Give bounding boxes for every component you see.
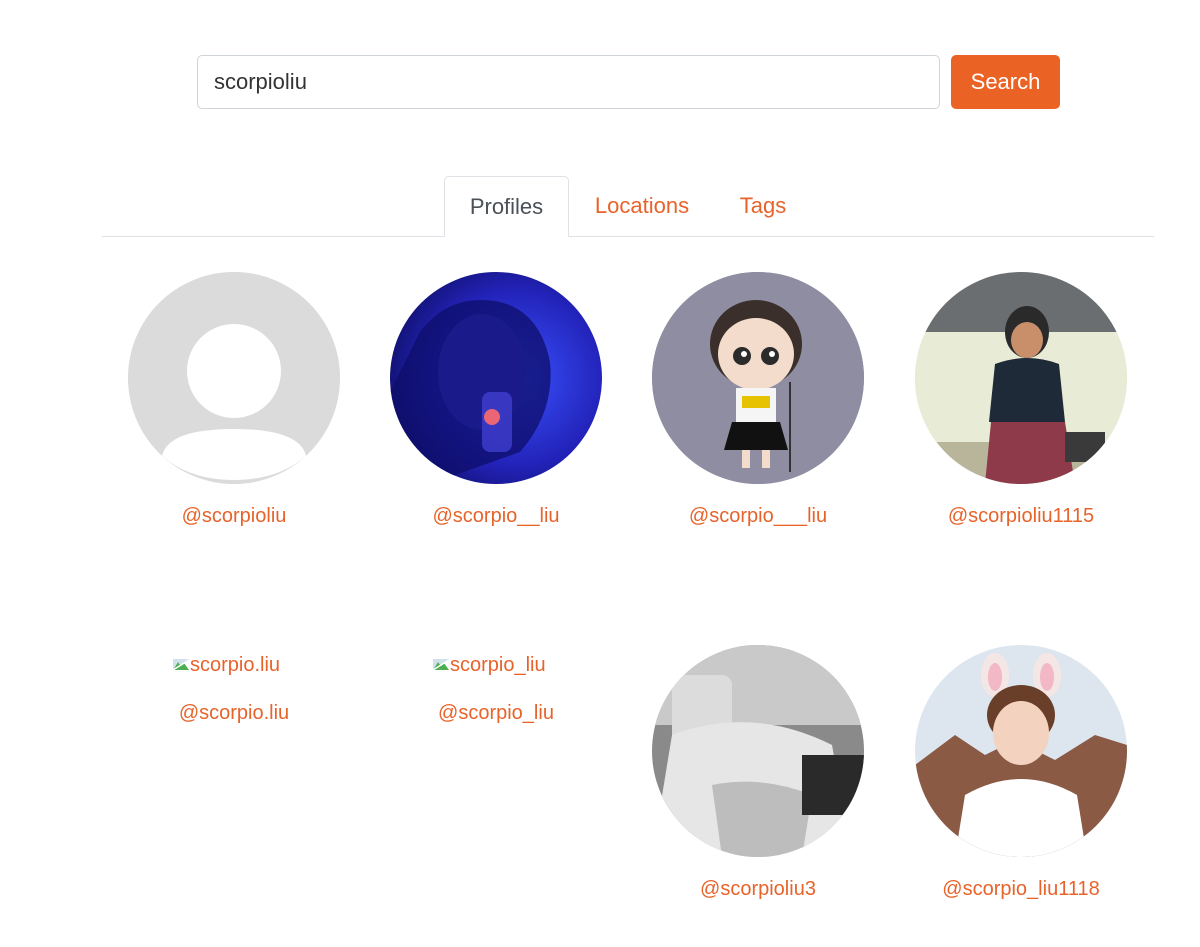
result-tabs: Profiles Locations Tags <box>102 176 1154 237</box>
profile-handle-link[interactable]: @scorpioliu1115 <box>915 505 1127 528</box>
profile-avatar-cartoon[interactable] <box>652 272 864 484</box>
profile-handle-link[interactable]: @scorpioliu3 <box>652 878 864 901</box>
avatar-photo-bunny <box>915 645 1127 857</box>
profile-handle-link[interactable]: @scorpio___liu <box>652 505 864 528</box>
profile-handle-link[interactable]: @scorpio_liu <box>390 702 602 725</box>
search-bar: Search <box>197 55 1060 109</box>
avatar-cartoon-girl <box>652 272 864 484</box>
profile-avatar-photo[interactable] <box>652 645 864 857</box>
tab-locations[interactable]: Locations <box>580 176 704 235</box>
avatar-photo-blue <box>390 272 602 484</box>
profile-avatar-photo[interactable] <box>915 272 1127 484</box>
profile-avatar-photo[interactable] <box>915 645 1127 857</box>
broken-image-alt-text: scorpio.liu <box>190 654 281 676</box>
broken-image-icon <box>432 655 450 671</box>
broken-image-alt-text: scorpio_liu <box>450 654 546 676</box>
tab-profiles[interactable]: Profiles <box>444 176 569 237</box>
broken-image-alt[interactable]: scorpio_liu <box>432 654 546 677</box>
avatar-photo-man <box>915 272 1127 484</box>
profile-avatar-photo[interactable] <box>390 272 602 484</box>
search-button[interactable]: Search <box>951 55 1060 109</box>
broken-image-alt[interactable]: scorpio.liu <box>172 654 280 677</box>
profile-handle-link[interactable]: @scorpioliu <box>128 505 340 528</box>
default-user-icon <box>128 272 340 484</box>
profile-handle-link[interactable]: @scorpio__liu <box>390 505 602 528</box>
search-input[interactable] <box>197 55 940 109</box>
tab-tags[interactable]: Tags <box>726 176 800 235</box>
avatar-photo-bw <box>652 645 864 857</box>
profile-avatar-default[interactable] <box>128 272 340 484</box>
broken-image-icon <box>172 655 190 671</box>
profile-handle-link[interactable]: @scorpio_liu1118 <box>915 878 1127 901</box>
profile-handle-link[interactable]: @scorpio.liu <box>128 702 340 725</box>
